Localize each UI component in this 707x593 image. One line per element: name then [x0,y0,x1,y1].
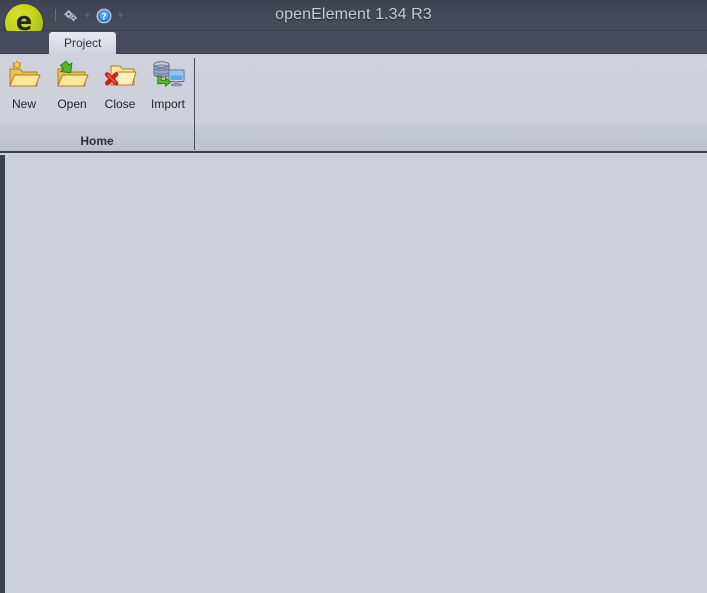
close-button[interactable]: Close [96,56,144,111]
toolbar-separator [55,9,56,22]
help-question-icon[interactable]: ? [94,6,114,26]
gears-settings-icon[interactable] [61,6,81,26]
ribbon-group-items: New Open Close Import [0,56,192,111]
folder-open-icon [55,58,89,92]
tab-project[interactable]: Project [49,32,117,54]
new-button-label: New [11,97,36,111]
workspace-area[interactable] [0,155,707,593]
ribbon-group-title: Home [80,134,114,148]
ribbon-tab-strip: Project [0,31,707,54]
svg-text:?: ? [101,12,106,22]
quick-access-toolbar: ▼ ? ▼ [50,0,127,31]
folder-new-icon [7,58,41,92]
open-button-label: Open [57,97,87,111]
chevron-down-icon[interactable]: ▼ [114,6,127,26]
new-button[interactable]: New [0,56,48,111]
chevron-down-icon[interactable]: ▼ [81,6,94,26]
close-button-label: Close [104,97,136,111]
database-import-icon [151,58,185,92]
title-bar: e openElement 1.34 R3 ▼ ? ▼ [0,0,707,42]
import-button[interactable]: Import [144,56,192,111]
ribbon: New Open Close Import Home [0,54,707,153]
import-button-label: Import [150,97,185,111]
open-button[interactable]: Open [48,56,96,111]
folder-close-icon [103,58,137,92]
ribbon-group-home: New Open Close Import Home [0,54,194,151]
ribbon-group-divider [194,58,195,150]
application-window: e openElement 1.34 R3 ▼ ? ▼ Project New … [0,0,707,593]
